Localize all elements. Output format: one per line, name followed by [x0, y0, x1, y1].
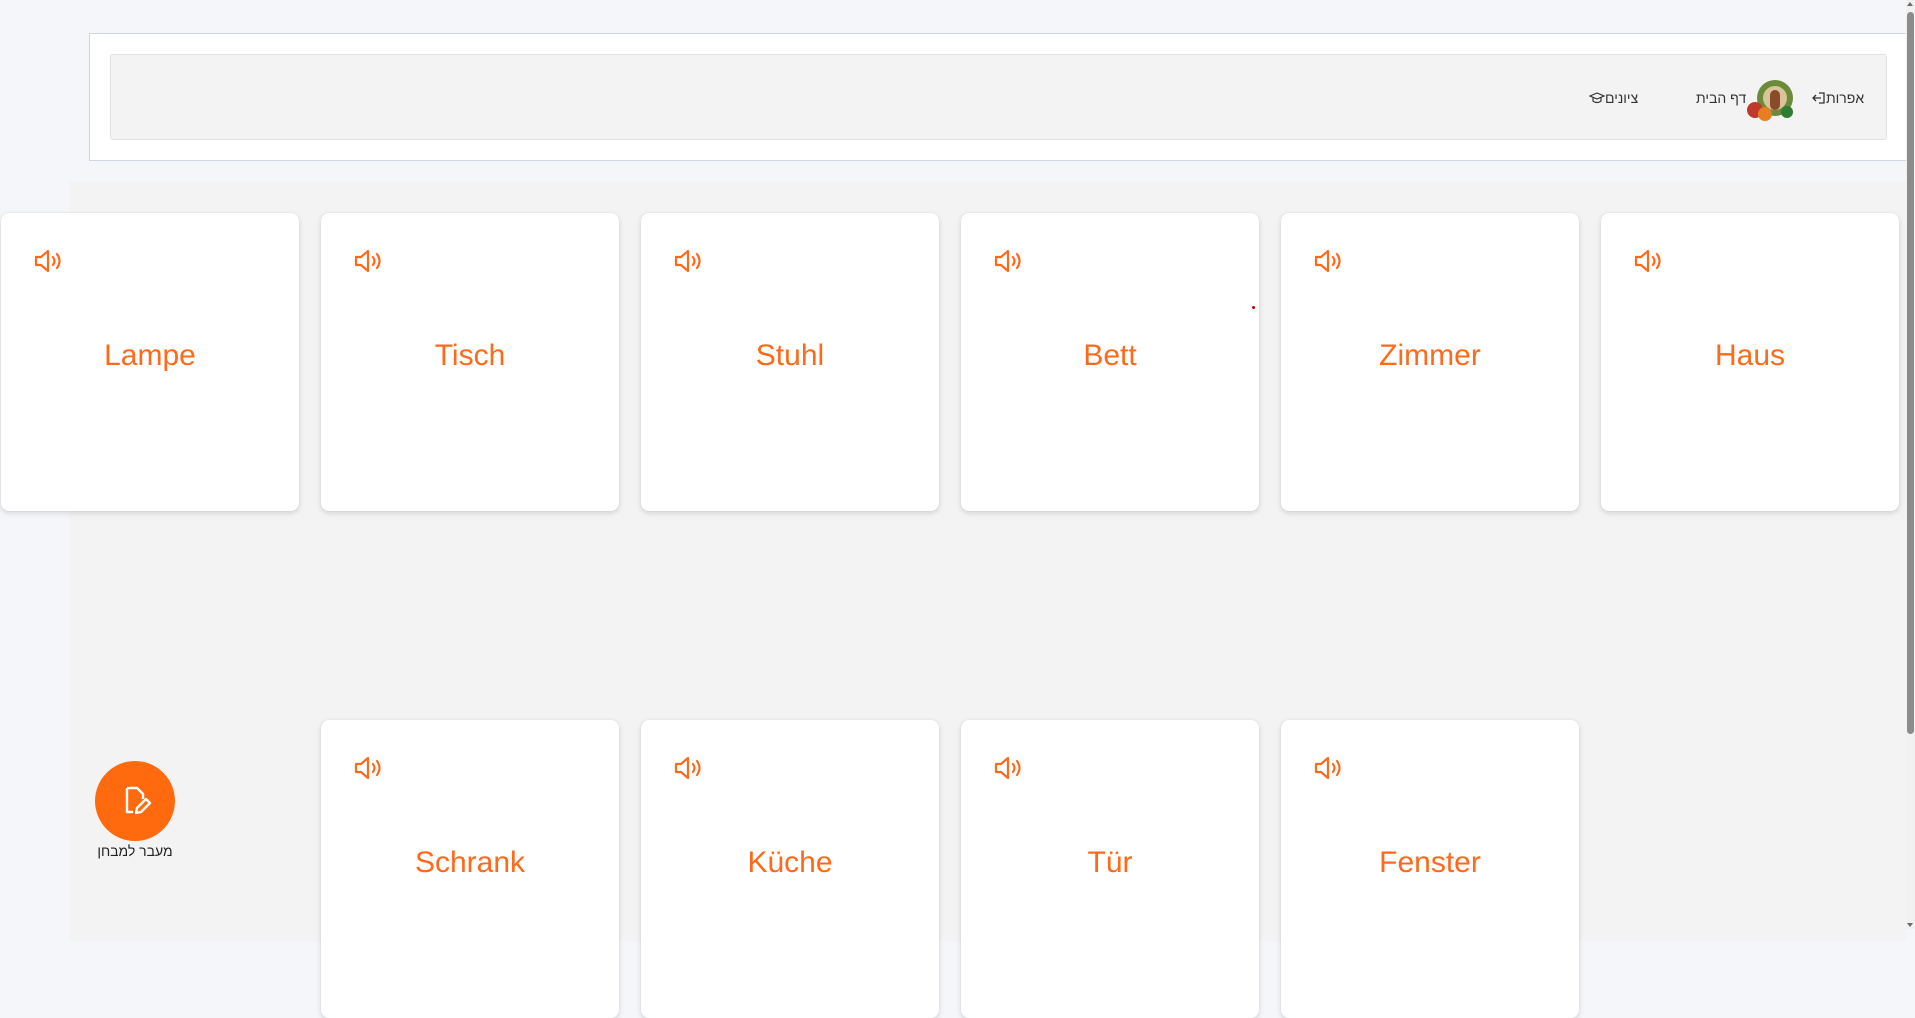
- word-card[interactable]: Tür: [961, 720, 1259, 1018]
- go-to-test-label: מעבר למבחן: [97, 843, 173, 859]
- speaker-icon[interactable]: [673, 754, 707, 782]
- word-card[interactable]: Fenster: [1281, 720, 1579, 1018]
- speaker-icon[interactable]: [1313, 754, 1347, 782]
- word-card[interactable]: Küche: [641, 720, 939, 1018]
- word-card[interactable]: Stuhl: [641, 213, 939, 511]
- navbar-inner: אפרות דף הבית ציונים: [110, 54, 1887, 140]
- speaker-icon[interactable]: [993, 754, 1027, 782]
- word-label: Fenster: [1379, 846, 1481, 879]
- speaker-icon[interactable]: [993, 247, 1027, 275]
- avatar[interactable]: [1743, 76, 1797, 122]
- speaker-icon[interactable]: [353, 754, 387, 782]
- word-label: Küche: [747, 846, 833, 879]
- logout-link[interactable]: אפרות: [1811, 55, 1866, 141]
- scroll-up-icon[interactable]: [1907, 2, 1913, 6]
- grades-link[interactable]: ציונים: [1589, 55, 1638, 141]
- word-card[interactable]: Tisch: [321, 213, 619, 511]
- word-label: Zimmer: [1379, 339, 1481, 372]
- speaker-icon[interactable]: [1313, 247, 1347, 275]
- speaker-icon[interactable]: [353, 247, 387, 275]
- word-card[interactable]: Schrank: [321, 720, 619, 1018]
- grades-label: ציונים: [1605, 90, 1639, 106]
- word-label: Lampe: [104, 339, 196, 372]
- word-card[interactable]: Lampe: [1, 213, 299, 511]
- home-link[interactable]: דף הבית: [1696, 55, 1746, 141]
- home-label: דף הבית: [1696, 90, 1747, 106]
- word-label: Bett: [1083, 339, 1137, 372]
- scroll-down-icon[interactable]: [1907, 923, 1913, 927]
- go-to-test-button[interactable]: [95, 761, 175, 841]
- scrollbar-thumb[interactable]: [1907, 12, 1914, 734]
- avatar-image: [1747, 80, 1793, 121]
- edit-file-icon: [125, 786, 152, 815]
- word-card[interactable]: Bett: [961, 213, 1259, 511]
- speaker-icon[interactable]: [33, 247, 67, 275]
- word-label: Stuhl: [755, 339, 825, 372]
- word-card[interactable]: Haus: [1601, 213, 1899, 511]
- word-card[interactable]: Zimmer: [1281, 213, 1579, 511]
- graduation-cap-icon: [1589, 92, 1605, 104]
- top-navbar: אפרות דף הבית ציונים: [89, 33, 1907, 161]
- vertical-scrollbar[interactable]: [1906, 0, 1915, 929]
- speaker-icon[interactable]: [673, 247, 707, 275]
- speaker-icon[interactable]: [1633, 247, 1667, 275]
- word-label: Tür: [1087, 846, 1133, 879]
- logout-icon: [1812, 92, 1825, 104]
- word-label: Schrank: [414, 846, 526, 879]
- stray-dot: [1252, 306, 1255, 309]
- word-label: Haus: [1714, 339, 1786, 372]
- word-label: Tisch: [434, 339, 506, 372]
- logout-label: אפרות: [1826, 90, 1865, 106]
